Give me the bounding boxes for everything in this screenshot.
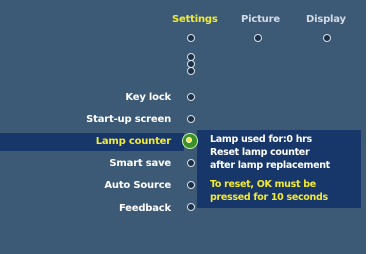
menu-item-dot: [187, 181, 195, 189]
menu-item-auto-source[interactable]: Auto Source: [104, 180, 171, 191]
lamp-counter-info-panel: Lamp used for:0 hrs Reset lamp counter a…: [197, 130, 361, 208]
tab-display-dot: [323, 34, 331, 42]
menu-item-dot: [187, 203, 195, 211]
menu-item-dot: [187, 159, 195, 167]
menu-item-dot: [187, 115, 195, 123]
menu-item-lamp-counter[interactable]: Lamp counter: [96, 136, 172, 147]
reset-instruction-text-2: after lamp replacement: [210, 160, 330, 171]
lamp-usage-text: Lamp used for:0 hrs: [210, 134, 312, 145]
projector-settings-menu: Settings Picture Display Lamp used for:0…: [0, 0, 366, 254]
menu-item-smart-save[interactable]: Smart save: [109, 158, 171, 169]
menu-item-dot: [187, 93, 195, 101]
tab-display[interactable]: Display: [306, 14, 346, 25]
reset-warning-text: To reset, OK must be: [210, 179, 316, 190]
menu-item-feedback[interactable]: Feedback: [119, 203, 171, 214]
selected-item-indicator-icon: [182, 133, 198, 149]
tab-settings-dot: [187, 34, 195, 42]
reset-instruction-text: Reset lamp counter: [210, 147, 310, 158]
tab-settings[interactable]: Settings: [172, 14, 218, 25]
reset-warning-text-2: pressed for 10 seconds: [210, 192, 328, 203]
scroll-up-indicator-icon: [187, 67, 195, 75]
menu-item-start-up-screen[interactable]: Start-up screen: [86, 114, 171, 125]
tab-picture[interactable]: Picture: [241, 14, 280, 25]
tab-picture-dot: [254, 34, 262, 42]
menu-item-key-lock[interactable]: Key lock: [125, 92, 171, 103]
